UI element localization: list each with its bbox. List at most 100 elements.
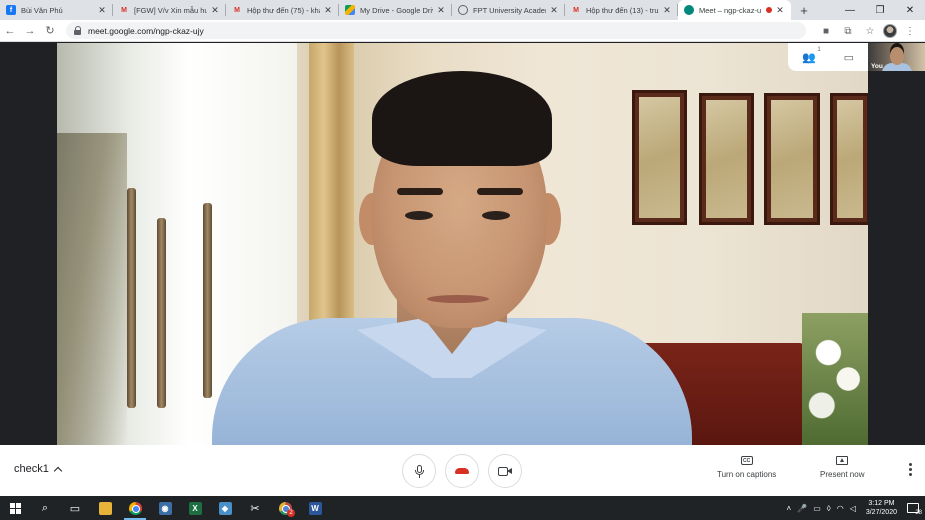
participant-video xyxy=(57,43,868,445)
reload-icon[interactable]: ↻ xyxy=(40,21,60,41)
gmail-icon: M xyxy=(234,6,240,14)
more-options-icon[interactable] xyxy=(909,463,913,476)
wall-painting xyxy=(830,93,868,225)
close-icon[interactable]: ✕ xyxy=(436,5,446,16)
chat-icon[interactable]: ▭ xyxy=(844,51,854,64)
url-text: meet.google.com/ngp-ckaz-ujy xyxy=(88,25,204,36)
lock-icon xyxy=(74,26,82,35)
camera-indicator-icon[interactable]: ■ xyxy=(817,22,835,40)
meet-stage: 👥 1 ▭ You xyxy=(0,43,925,445)
wifi-icon[interactable]: ◠ xyxy=(837,504,844,513)
microphone-tray-icon[interactable]: 🎤 xyxy=(797,504,807,513)
gmail-icon: M xyxy=(573,6,579,14)
chrome-second-icon[interactable]: 2 xyxy=(270,496,300,520)
windows-logo-icon xyxy=(9,502,21,514)
microphone-button[interactable] xyxy=(402,454,436,488)
tab-gmail-fgw[interactable]: M [FGW] V/v Xin mẫu hư ✕ xyxy=(113,0,226,20)
facebook-icon: f xyxy=(6,5,16,15)
notification-icon[interactable]: 28 xyxy=(907,503,922,516)
hang-up-icon xyxy=(455,468,469,474)
close-window-icon[interactable]: ✕ xyxy=(895,0,925,20)
task-view-icon[interactable]: ▭ xyxy=(60,496,90,520)
search-icon[interactable]: ⌕ xyxy=(30,496,60,520)
chevron-up-icon[interactable]: ˄ xyxy=(787,504,792,513)
close-icon[interactable]: ✕ xyxy=(662,5,672,16)
meeting-details-button[interactable]: check1 xyxy=(14,463,63,475)
clock-time: 3:12 PM xyxy=(868,500,895,507)
new-tab-button[interactable]: + xyxy=(795,0,813,20)
word-icon[interactable]: W xyxy=(300,496,330,520)
door-handle xyxy=(127,188,136,408)
chrome-taskbar-icon[interactable] xyxy=(120,496,150,520)
profile-avatar[interactable] xyxy=(883,24,897,38)
system-tray: ˄ 🎤 ▭ ◊ ◠ ◁ 3:12 PM 3/27/2020 28 xyxy=(787,496,925,520)
bookmark-star-icon[interactable]: ☆ xyxy=(861,22,879,40)
tree-background xyxy=(57,133,127,445)
file-explorer-icon[interactable] xyxy=(90,496,120,520)
chrome-badge: 2 xyxy=(287,509,295,517)
recording-icon xyxy=(766,7,772,13)
wall-painting xyxy=(699,93,754,225)
back-arrow-icon[interactable]: ← xyxy=(0,21,20,41)
drive-icon xyxy=(345,5,355,15)
notification-count: 28 xyxy=(915,510,922,516)
translate-icon[interactable]: ⧉ xyxy=(839,22,857,40)
close-icon[interactable]: ✕ xyxy=(775,5,785,16)
forward-arrow-icon[interactable]: → xyxy=(20,21,40,41)
self-view-head xyxy=(890,47,904,65)
tab-meet[interactable]: Meet – ngp-ckaz-u ✕ xyxy=(678,0,791,20)
present-label: Present now xyxy=(820,470,865,479)
menu-kebab-icon[interactable]: ⋮ xyxy=(901,22,919,40)
snipping-tool-icon[interactable]: ✂ xyxy=(240,496,270,520)
minimize-icon[interactable]: — xyxy=(835,0,865,20)
clock-date: 3/27/2020 xyxy=(865,509,897,516)
meeting-code: check1 xyxy=(14,463,49,475)
cube-app-icon[interactable]: ◆ xyxy=(210,496,240,520)
microphone-icon xyxy=(415,464,424,478)
meet-controls-bar: check1 CC Turn on captions Present now xyxy=(0,445,925,496)
tab-title: Meet – ngp-ckaz-u xyxy=(699,5,762,15)
tab-gmail-inbox-75[interactable]: M Hộp thư đến (75) - kha ✕ xyxy=(226,0,339,20)
tab-gmail-inbox-13[interactable]: M Hộp thư đến (13) - tru ✕ xyxy=(565,0,678,20)
excel-icon[interactable]: X xyxy=(180,496,210,520)
leave-call-button[interactable] xyxy=(445,454,479,488)
person-brow xyxy=(397,188,443,195)
shield-icon[interactable]: ◊ xyxy=(827,504,831,513)
browser-tab-strip: f Bùi Văn Phú ✕ M [FGW] V/v Xin mẫu hư ✕… xyxy=(0,0,925,20)
volume-icon[interactable]: ◁ xyxy=(850,504,856,513)
battery-icon[interactable]: ▭ xyxy=(813,504,821,513)
person-brow xyxy=(477,188,523,195)
person-eye xyxy=(482,211,510,220)
close-icon[interactable]: ✕ xyxy=(97,5,107,16)
close-icon[interactable]: ✕ xyxy=(323,5,333,16)
participant-count: 1 xyxy=(817,46,821,53)
tab-title: Hộp thư đến (13) - tru xyxy=(586,5,659,15)
close-icon[interactable]: ✕ xyxy=(549,5,559,16)
screen: f Bùi Văn Phú ✕ M [FGW] V/v Xin mẫu hư ✕… xyxy=(0,0,925,520)
people-icon[interactable]: 👥 1 xyxy=(802,47,821,64)
restore-icon[interactable]: ❐ xyxy=(865,0,895,20)
close-icon[interactable]: ✕ xyxy=(210,5,220,16)
door-handle xyxy=(157,218,166,408)
present-icon xyxy=(836,456,849,465)
person-app-icon[interactable]: ◉ xyxy=(150,496,180,520)
present-now-button[interactable]: Present now xyxy=(820,456,864,479)
browser-toolbar: ← → ↻ meet.google.com/ngp-ckaz-ujy ■ ⧉ ☆… xyxy=(0,20,925,42)
tab-facebook[interactable]: f Bùi Văn Phú ✕ xyxy=(0,0,113,20)
taskbar-clock[interactable]: 3:12 PM 3/27/2020 xyxy=(866,499,897,517)
camera-button[interactable] xyxy=(488,454,522,488)
self-view-tile[interactable]: You xyxy=(868,43,925,71)
person-mouth xyxy=(427,295,489,303)
captions-button[interactable]: CC Turn on captions xyxy=(717,456,776,479)
tab-title: FPT University Academ xyxy=(473,5,546,15)
toolbar-actions: ■ ⧉ ☆ ⋮ xyxy=(817,22,919,40)
address-bar[interactable]: meet.google.com/ngp-ckaz-ujy xyxy=(66,22,806,39)
gmail-icon: M xyxy=(121,6,127,14)
tab-google-drive[interactable]: My Drive - Google Driv ✕ xyxy=(339,0,452,20)
tab-title: Bùi Văn Phú xyxy=(21,5,63,15)
windows-taskbar: ⌕ ▭ ◉ X ◆ ✂ 2 W ˄ 🎤 ▭ ◊ ◠ ◁ 3:12 PM 3/27… xyxy=(0,496,925,520)
start-button[interactable] xyxy=(0,496,30,520)
meet-icon xyxy=(684,5,694,15)
captions-icon: CC xyxy=(740,456,753,465)
tab-fpt-academic[interactable]: FPT University Academ ✕ xyxy=(452,0,565,20)
